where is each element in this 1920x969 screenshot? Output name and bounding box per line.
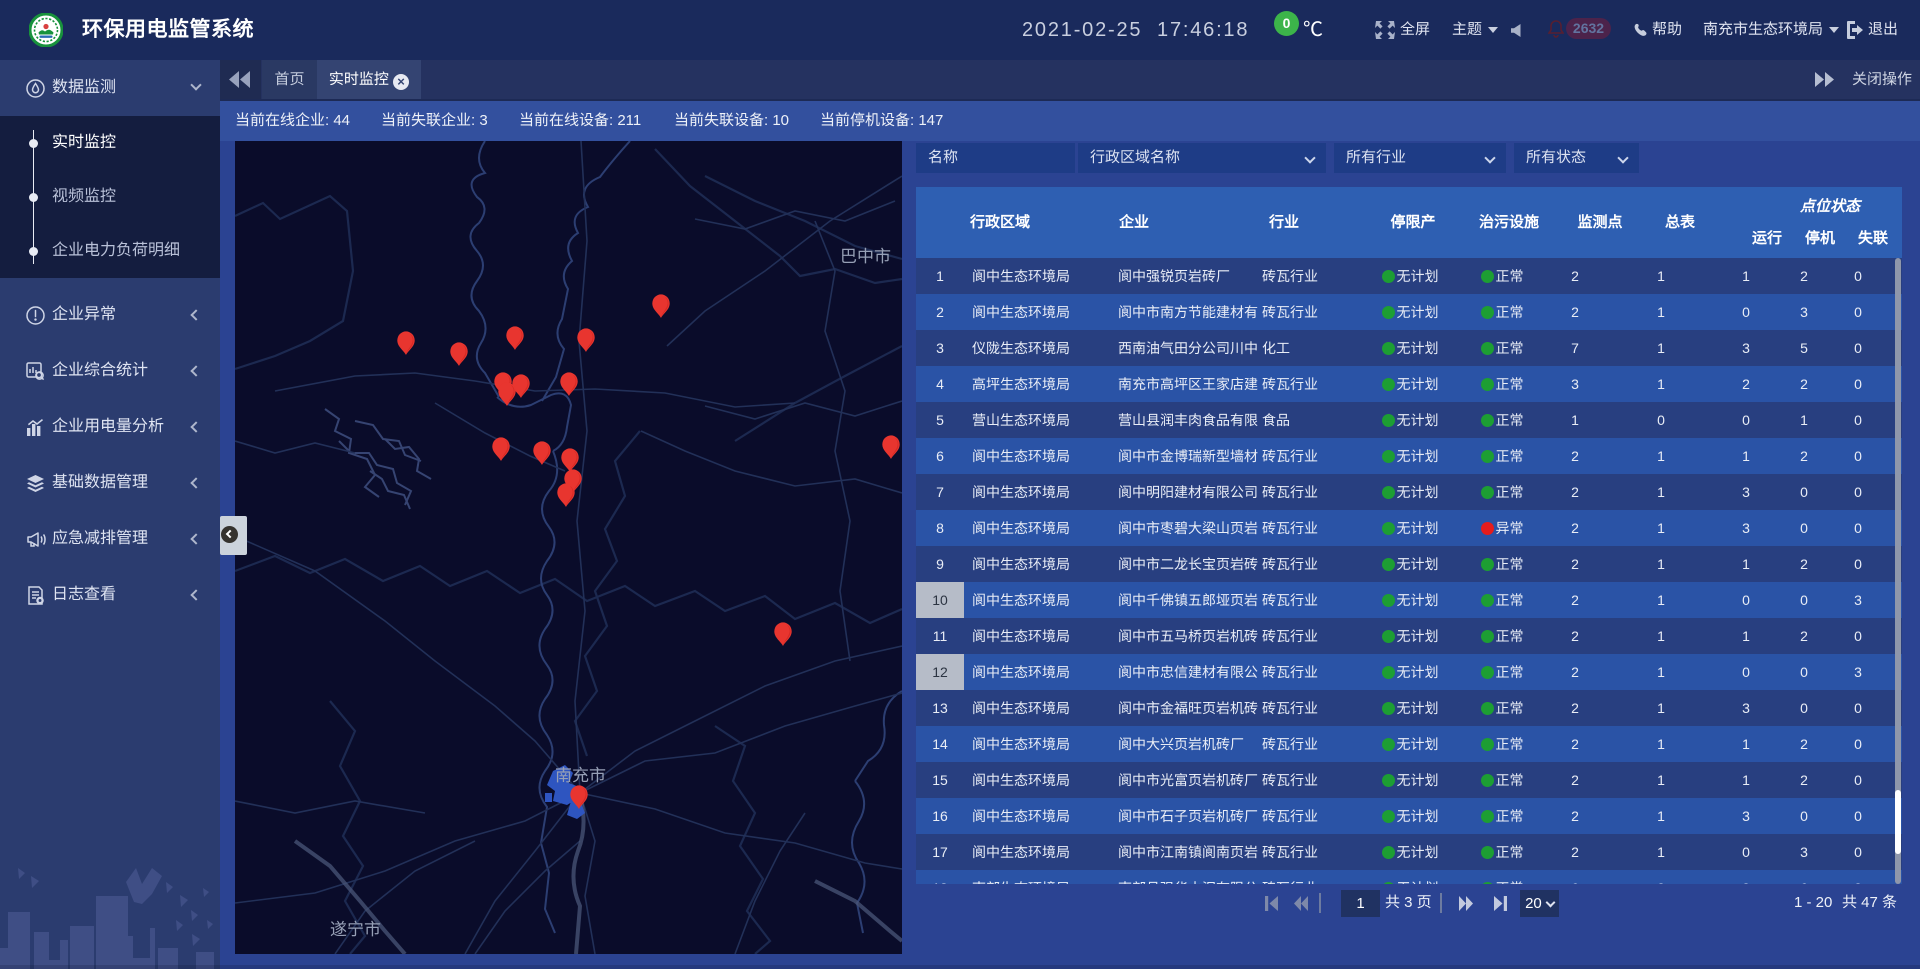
svg-text:遂宁市: 遂宁市 — [330, 920, 381, 939]
svg-text:巴中市: 巴中市 — [840, 247, 891, 266]
svg-text:南充市: 南充市 — [555, 766, 606, 785]
